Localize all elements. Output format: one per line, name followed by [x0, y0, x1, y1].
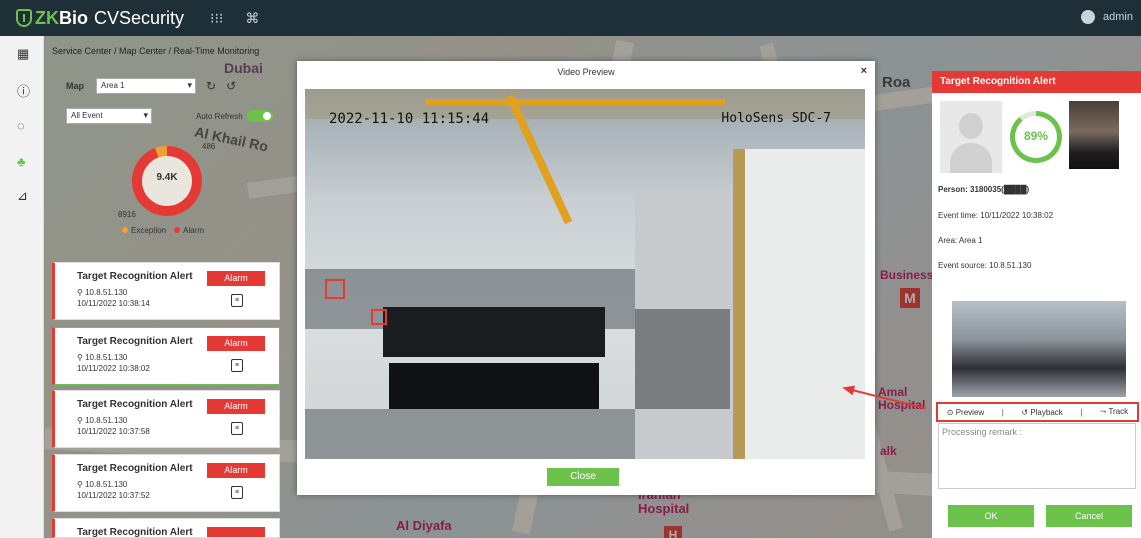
close-icon[interactable]: ×: [861, 65, 867, 77]
playback-button[interactable]: ↺ Playback: [1021, 408, 1062, 417]
video-stream[interactable]: 2022-11-10 11:15:44 HoloSens SDC-7: [305, 89, 865, 459]
alarm-badge: Alarm: [207, 271, 265, 286]
track-icon: ⤳: [1099, 407, 1107, 416]
people-icon[interactable]: ♣: [17, 154, 26, 169]
event-filter-select[interactable]: All Event: [66, 108, 152, 124]
alert-icon[interactable]: ⓘ: [17, 81, 30, 100]
refresh-icon[interactable]: ↻: [206, 79, 216, 93]
alert-event-source: Event source: 10.8.51.130: [938, 261, 1032, 270]
chart-legend: Exception Alarm: [122, 226, 204, 235]
camera-name: HoloSens SDC-7: [721, 111, 831, 126]
alert-area: Area: Area 1: [938, 236, 983, 245]
auto-refresh-toggle[interactable]: [246, 110, 273, 122]
event-card-selected[interactable]: Target Recognition Alert Alarm ⚲ 10.8.51…: [52, 327, 280, 385]
history-icon: ↺: [1021, 407, 1029, 417]
dashboard-icon[interactable]: ▦: [17, 46, 29, 62]
event-title: Target Recognition Alert: [77, 271, 193, 282]
event-title: Target Recognition Alert: [77, 336, 193, 347]
event-title: Target Recognition Alert: [77, 527, 193, 538]
video-actions-bar: ⊙ Preview | ↺ Playback | ⤳ Track: [936, 402, 1139, 422]
ok-button[interactable]: OK: [948, 505, 1034, 527]
event-ip: ⚲ 10.8.51.130: [77, 480, 128, 489]
username: admin: [1103, 11, 1133, 23]
flag-icon[interactable]: ⊿: [17, 188, 28, 204]
breadcrumb: Service Center / Map Center / Real-Time …: [52, 46, 260, 56]
event-time: 10/11/2022 10:38:02: [77, 364, 150, 373]
left-nav: ▦ ⓘ ◌ ♣ ⊿: [0, 36, 44, 538]
event-card[interactable]: Target Recognition Alert Alarm ⚲ 10.8.51…: [52, 454, 280, 512]
registered-face-placeholder: [940, 101, 1002, 173]
close-button[interactable]: Close: [547, 468, 619, 486]
cancel-button[interactable]: Cancel: [1046, 505, 1132, 527]
undo-icon[interactable]: ↺: [226, 79, 236, 93]
preview-button[interactable]: ⊙ Preview: [947, 408, 984, 417]
message-icon[interactable]: ◌: [17, 118, 25, 133]
processing-remark-input[interactable]: Processing remark :: [938, 423, 1136, 489]
legend-alarm: Alarm: [174, 226, 204, 235]
dialog-title: Video Preview: [557, 67, 615, 77]
user-avatar-icon: [1081, 10, 1096, 24]
event-card[interactable]: Target Recognition Alert Alarm ⚲ 10.8.51…: [52, 262, 280, 320]
user-menu[interactable]: admin: [1081, 10, 1133, 24]
alert-event-time: Event time: 10/11/2022 10:38:02: [938, 211, 1054, 220]
event-time: 10/11/2022 10:37:52: [77, 491, 150, 500]
logo-zk: ZK: [35, 7, 59, 28]
captured-face-photo: [1069, 101, 1119, 169]
command-icon[interactable]: ⌘: [245, 10, 259, 27]
app-logo[interactable]: ZK Bio CVSecurity: [16, 8, 184, 29]
filter-row: All Event Auto Refresh: [52, 106, 288, 126]
target-alert-panel: Target Recognition Alert 89% Person: 318…: [932, 71, 1141, 538]
person-id: Person: 3180035(████): [938, 185, 1030, 194]
play-circle-icon: ⊙: [946, 407, 954, 417]
top-bar: ZK Bio CVSecurity ⁝⁝⁝ ⌘ admin: [0, 0, 1141, 36]
alarm-badge: [207, 527, 265, 537]
map-label-text: Map: [66, 81, 84, 91]
event-card[interactable]: Target Recognition Alert: [52, 518, 280, 538]
event-ip: ⚲ 10.8.51.130: [77, 288, 128, 297]
area-select[interactable]: Area 1: [96, 78, 196, 94]
logo-bio: Bio: [59, 7, 88, 28]
document-icon[interactable]: ≡: [231, 486, 243, 499]
logo-product: CVSecurity: [94, 7, 185, 28]
snapshot-image: [952, 301, 1126, 397]
event-ip: ⚲ 10.8.51.130: [77, 416, 128, 425]
event-title: Target Recognition Alert: [77, 463, 193, 474]
alert-panel-title: Target Recognition Alert: [932, 71, 1141, 93]
event-time: 10/11/2022 10:38:14: [77, 299, 150, 308]
map-control-row: Map Area 1 ↻ ↺: [52, 76, 288, 96]
alarm-badge: Alarm: [207, 463, 265, 478]
event-title: Target Recognition Alert: [77, 399, 193, 410]
remark-placeholder: Processing remark :: [942, 427, 1023, 437]
legend-exception: Exception: [122, 226, 166, 235]
event-filter-value: All Event: [71, 111, 103, 120]
document-icon[interactable]: ≡: [231, 422, 243, 435]
event-time: 10/11/2022 10:37:58: [77, 427, 150, 436]
document-icon[interactable]: ≡: [231, 359, 243, 372]
alarm-badge: Alarm: [207, 399, 265, 414]
event-panel: Map Area 1 ↻ ↺ All Event Auto Refresh 9.…: [52, 70, 288, 538]
alarm-count: 8916: [118, 210, 136, 219]
auto-refresh-label: Auto Refresh: [196, 111, 243, 121]
document-icon[interactable]: ≡: [231, 294, 243, 307]
apps-grid-icon[interactable]: ⁝⁝⁝: [210, 10, 223, 27]
event-card[interactable]: Target Recognition Alert Alarm ⚲ 10.8.51…: [52, 390, 280, 448]
shield-icon: [16, 9, 32, 27]
event-ip: ⚲ 10.8.51.130: [77, 353, 128, 362]
exception-count: 486: [202, 142, 216, 151]
match-score: 89%: [1023, 129, 1049, 143]
area-select-value: Area 1: [101, 81, 125, 90]
video-timestamp: 2022-11-10 11:15:44: [329, 111, 490, 127]
video-preview-dialog: Video Preview × 2022-11-10 11:15:44 Holo…: [297, 61, 875, 495]
track-button[interactable]: ⤳ Track: [1100, 407, 1128, 417]
donut-total: 9.4K: [156, 172, 178, 183]
alarm-badge: Alarm: [207, 336, 265, 351]
